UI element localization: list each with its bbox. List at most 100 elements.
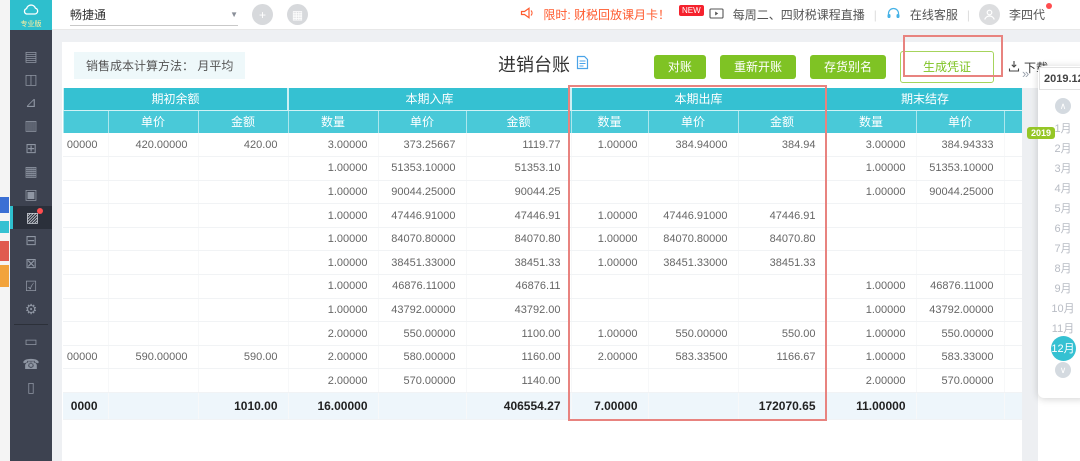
month-label: 11月 <box>1052 320 1074 336</box>
table-row: 00000590.00000590.002.00000580.000001160… <box>63 345 1023 369</box>
header-cell: 单价 <box>108 110 198 133</box>
table-cell: 47446.91 <box>466 204 571 228</box>
month-item-8月[interactable]: 8月 <box>1038 258 1080 278</box>
toolbar-buttons: 对账重新开账存货别名生成凭证 <box>654 51 994 83</box>
chevron-down-icon[interactable]: ∨ <box>1055 362 1071 378</box>
avatar[interactable] <box>979 4 1000 25</box>
table-cell <box>916 227 1004 251</box>
cloud-logo-icon <box>22 2 40 20</box>
main-panel: 销售成本计算方法： 月平均 进销台账 对账重新开账存货别名生成凭证 下载 期初余… <box>62 42 1080 461</box>
table-cell <box>916 204 1004 228</box>
month-item-4月[interactable]: 4月 <box>1038 178 1080 198</box>
table-cell: 1.00000 <box>826 298 916 322</box>
month-label: 9月 <box>1054 280 1071 296</box>
month-label: 10月 <box>1051 300 1074 316</box>
table-cell <box>648 157 738 181</box>
table-cell: 3.00000 <box>826 133 916 157</box>
table-cell: 1.00000 <box>288 204 378 228</box>
table-cell: 90044.25000 <box>378 180 466 204</box>
table-cell <box>1004 345 1023 369</box>
promo-link[interactable]: 限时: 财税回放课月卡！ <box>543 6 670 23</box>
chevron-up-icon[interactable]: ∧ <box>1055 98 1071 114</box>
sidebar-item-inventory-icon[interactable]: ▨ <box>10 206 52 229</box>
app-logo[interactable]: 专业版 <box>10 0 52 30</box>
table-cell: 373.25667 <box>378 133 466 157</box>
month-item-5月[interactable]: 5月 <box>1038 198 1080 218</box>
company-select[interactable]: 畅捷通 ▼ <box>70 4 238 26</box>
month-item-6月[interactable]: 6月 <box>1038 218 1080 238</box>
table-cell: 1.00000 <box>571 133 648 157</box>
year-badge: 2019 <box>1027 127 1055 139</box>
sidebar-item-invoice-icon[interactable]: ▥ <box>10 114 52 137</box>
sidebar-item-salary-icon[interactable]: ⊟ <box>10 229 52 252</box>
divider: | <box>967 8 970 22</box>
table-cell <box>198 227 288 251</box>
table-cell <box>1004 157 1023 181</box>
desktop-fragment <box>0 265 9 287</box>
month-label: 8月 <box>1054 260 1071 276</box>
sidebar-item-voucher-icon[interactable]: ◫ <box>10 68 52 91</box>
sidebar-item-video-icon[interactable]: ▭ <box>10 330 52 353</box>
sidebar-item-audit-icon[interactable]: ☑ <box>10 275 52 298</box>
table-cell: 1.00000 <box>826 322 916 346</box>
collapse-panel-icon[interactable]: » <box>1022 66 1029 81</box>
reconcile-button[interactable]: 对账 <box>654 55 706 79</box>
table-cell: 51353.10000 <box>916 157 1004 181</box>
table-cell <box>571 157 648 181</box>
sidebar-item-assets-icon[interactable]: ▣ <box>10 183 52 206</box>
sidebar-item-calendar-icon[interactable]: ⊞ <box>10 137 52 160</box>
table-cell: 84070.80000 <box>378 227 466 251</box>
month-item-7月[interactable]: 7月 <box>1038 238 1080 258</box>
period-selector[interactable]: 2019.12 <box>1039 67 1080 90</box>
table-cell: 420.00000 <box>108 133 198 157</box>
month-item-2月[interactable]: 2月 <box>1038 138 1080 158</box>
month-item-11月[interactable]: 11月 <box>1038 318 1080 338</box>
table-cell: 1.00000 <box>826 180 916 204</box>
sidebar-item-report-chart-icon[interactable]: ⊿ <box>10 91 52 114</box>
table-cell: 38451.33000 <box>378 251 466 275</box>
table-cell <box>108 227 198 251</box>
table-cell <box>1004 369 1023 393</box>
table-cell: 550.00 <box>738 322 826 346</box>
scrollbar-track[interactable] <box>1022 88 1038 461</box>
user-name[interactable]: 李四代 <box>1009 6 1052 23</box>
month-item-9月[interactable]: 9月 <box>1038 278 1080 298</box>
month-item-3月[interactable]: 3月 <box>1038 158 1080 178</box>
sidebar-item-ledger-icon[interactable]: ▤ <box>10 45 52 68</box>
reopen-button[interactable]: 重新开账 <box>720 55 796 79</box>
sidebar-item-manual-icon[interactable]: ▯ <box>10 376 52 399</box>
table-cell <box>63 227 108 251</box>
desktop-fragment <box>0 221 9 233</box>
live-course-link[interactable]: 每周二、四财税课程直播 <box>733 6 865 23</box>
table-cell: 1.00000 <box>288 227 378 251</box>
table-cell <box>108 204 198 228</box>
table-cell: 51353.10 <box>466 157 571 181</box>
apps-grid-button[interactable]: ▦ <box>287 4 308 25</box>
table-cell: 1.00000 <box>571 227 648 251</box>
online-service-link[interactable]: 在线客服 <box>910 6 958 23</box>
sidebar-item-phone-icon[interactable]: ☎ <box>10 353 52 376</box>
sidebar-item-tax-icon[interactable]: ⊠ <box>10 252 52 275</box>
table-row: 1.0000043792.0000043792.001.0000043792.0… <box>63 298 1023 322</box>
table-cell: 384.94000 <box>648 133 738 157</box>
notification-dot <box>1046 3 1052 9</box>
total-cell <box>1004 393 1023 420</box>
sidebar-item-books-icon[interactable]: ▦ <box>10 160 52 183</box>
header-group: 期初余额 <box>63 88 288 110</box>
month-item-12月[interactable]: 12月 <box>1038 338 1080 358</box>
table-cell: 47446.91000 <box>648 204 738 228</box>
desktop-edge <box>0 0 10 461</box>
total-cell <box>916 393 1004 420</box>
inventory-alias-button[interactable]: 存货别名 <box>810 55 886 79</box>
table-cell <box>1004 180 1023 204</box>
table-cell <box>1004 133 1023 157</box>
month-item-10月[interactable]: 10月 <box>1038 298 1080 318</box>
sidebar-item-settings-icon[interactable]: ⚙ <box>10 298 52 321</box>
add-button[interactable]: + <box>252 4 273 25</box>
generate-voucher-button[interactable]: 生成凭证 <box>900 51 994 83</box>
header-cell: 数量 <box>571 110 648 133</box>
table-cell: 583.33500 <box>648 345 738 369</box>
month-label: 3月 <box>1054 160 1071 176</box>
document-icon[interactable] <box>576 54 589 75</box>
table-cell: 1.00000 <box>826 345 916 369</box>
